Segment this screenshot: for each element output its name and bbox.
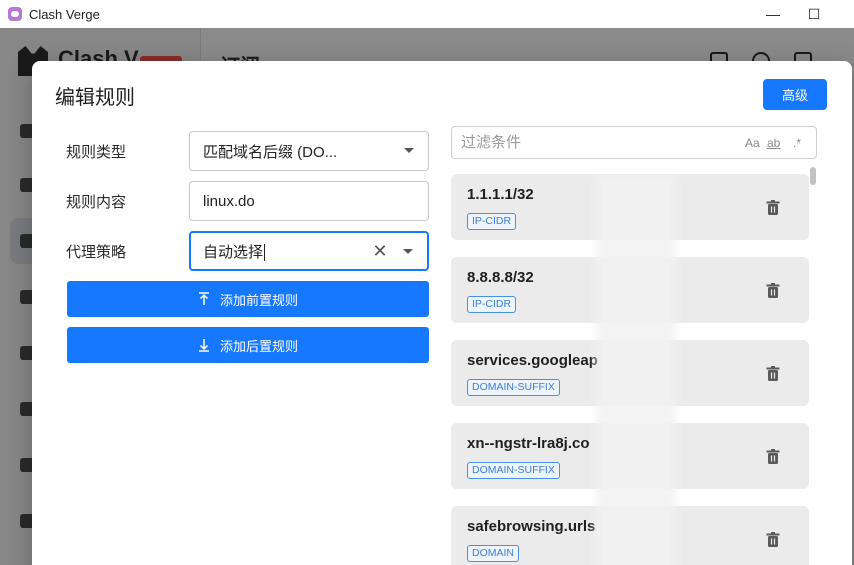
rule-type-value: 匹配域名后缀 (DO...: [203, 143, 338, 161]
add-append-rule-button[interactable]: 添加后置规则: [67, 327, 429, 363]
maximize-button[interactable]: ☐: [804, 4, 824, 24]
rule-type-select[interactable]: 匹配域名后缀 (DO...: [189, 131, 429, 171]
chevron-down-icon[interactable]: [404, 148, 414, 153]
rule-type-badge: IP-CIDR: [467, 296, 517, 313]
edit-rules-dialog: 编辑规则 高级 规则类型 匹配域名后缀 (DO... 规则内容 linux.do…: [32, 61, 852, 565]
filter-input[interactable]: [461, 134, 731, 151]
proxy-policy-label: 代理策略: [66, 243, 127, 261]
rule-type-label: 规则类型: [66, 143, 127, 161]
proxy-policy-select[interactable]: 自动选择 ✕: [189, 231, 429, 271]
rule-content-row: 规则内容 linux.do: [66, 181, 432, 221]
rule-type-row: 规则类型 匹配域名后缀 (DO...: [66, 131, 432, 171]
trash-icon[interactable]: [763, 198, 783, 218]
rule-content-value: linux.do: [203, 192, 255, 210]
minimize-button[interactable]: —: [763, 4, 783, 24]
match-case-icon[interactable]: Aa: [745, 136, 760, 150]
rule-list: 1.1.1.1/32 IP-CIDR 8.8.8.8/32 IP-CIDR se…: [451, 174, 809, 565]
text-cursor: [264, 244, 266, 262]
scrollbar-thumb[interactable]: [810, 167, 816, 185]
close-icon[interactable]: ✕: [371, 242, 389, 260]
advanced-button[interactable]: 高级: [763, 79, 827, 110]
proxy-policy-value: 自动选择: [203, 243, 264, 261]
rule-type-badge: IP-CIDR: [467, 213, 517, 230]
rule-type-badge: DOMAIN: [467, 545, 519, 562]
trash-icon[interactable]: [763, 364, 783, 384]
filter-box: Aa ab .*: [451, 126, 817, 159]
chevron-down-icon[interactable]: [403, 249, 413, 254]
rule-name: 1.1.1.1/32: [467, 186, 534, 203]
rule-name: xn--ngstr-lra8j.co: [467, 435, 590, 452]
rule-content-label: 规则内容: [66, 193, 127, 211]
proxy-policy-row: 代理策略 自动选择 ✕: [66, 231, 432, 271]
dialog-title: 编辑规则: [55, 87, 135, 109]
rule-name: services.googleap: [467, 352, 598, 369]
rule-name: safebrowsing.urls: [467, 518, 596, 535]
regex-icon[interactable]: .*: [793, 136, 801, 150]
trash-icon[interactable]: [763, 530, 783, 550]
app-logo-icon: [8, 7, 22, 21]
title-bar: Clash Verge — ☐: [0, 0, 854, 28]
rule-type-badge: DOMAIN-SUFFIX: [467, 462, 560, 479]
rule-name: 8.8.8.8/32: [467, 269, 534, 286]
arrow-up-to-line-icon: [198, 292, 210, 306]
arrow-down-to-line-icon: [198, 338, 210, 352]
rule-content-input[interactable]: linux.do: [189, 181, 429, 221]
rule-list-scrollbar[interactable]: [809, 167, 817, 565]
trash-icon[interactable]: [763, 447, 783, 467]
add-prepend-rule-button[interactable]: 添加前置规则: [67, 281, 429, 317]
add-prepend-rule-label: 添加前置规则: [219, 292, 298, 308]
redaction-blur: [596, 174, 676, 565]
rule-type-badge: DOMAIN-SUFFIX: [467, 379, 560, 396]
trash-icon[interactable]: [763, 281, 783, 301]
add-append-rule-label: 添加后置规则: [219, 338, 298, 354]
match-whole-word-icon[interactable]: ab: [767, 136, 780, 150]
window-title: Clash Verge: [29, 6, 100, 22]
